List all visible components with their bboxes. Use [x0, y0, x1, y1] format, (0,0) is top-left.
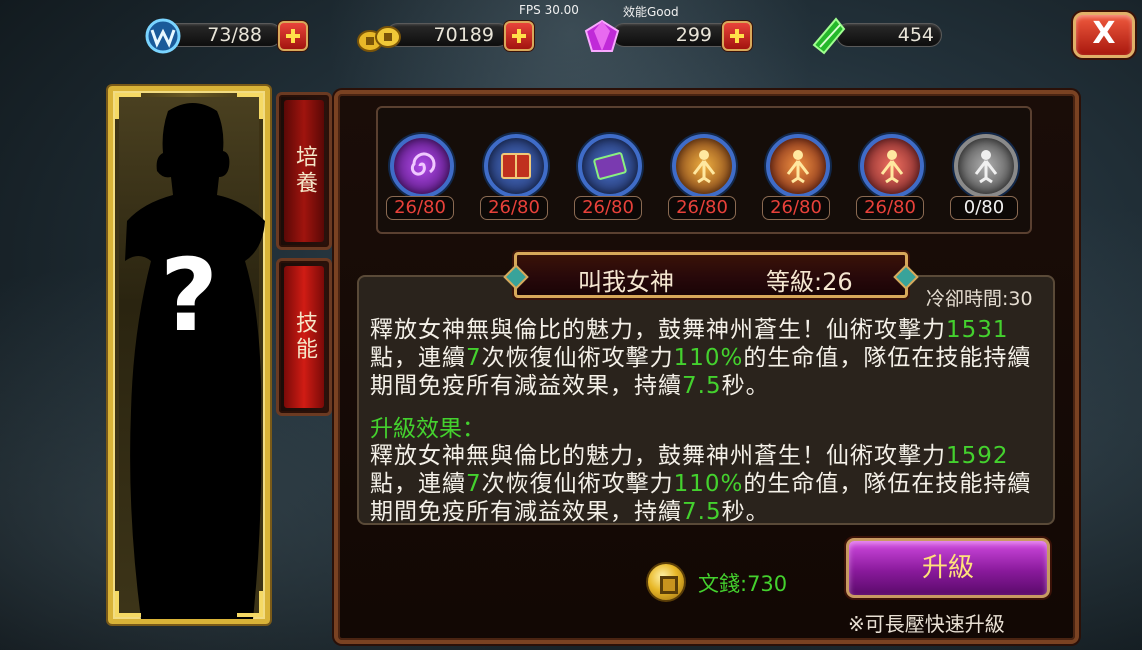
add-gem-button[interactable] [722, 21, 752, 51]
cooldown-label: 冷卻時間:30 [926, 288, 1033, 310]
skill-slot-3[interactable]: 26/80 [574, 134, 648, 224]
skill-level: 26/80 [762, 196, 830, 220]
unknown-hero-mark: ? [159, 237, 218, 354]
skill-slot-7[interactable]: 0/80 [950, 134, 1024, 224]
upgrade-cost: 文錢:730 [698, 572, 788, 596]
tab-skills-label: 技能 [292, 311, 317, 363]
tab-cultivate-label: 培養 [292, 145, 317, 197]
gem-bar: 299 [582, 17, 762, 53]
stamina-bar: 73/88 [144, 17, 312, 55]
close-button[interactable]: X [1073, 12, 1135, 58]
grey-figure-icon [954, 134, 1018, 198]
skill-slot-5[interactable]: 26/80 [762, 134, 836, 224]
stamina-value: 73/88 [207, 24, 262, 46]
skill-slot-6[interactable]: 26/80 [856, 134, 930, 224]
golden-figure-icon [672, 134, 736, 198]
skill-level: 26/80 [386, 196, 454, 220]
green-jade-icon [810, 17, 848, 55]
current-effect-text: 釋放女神無與倫比的魅力，鼓舞神州蒼生！仙術攻擊力1531點，連續7次恢復仙術攻擊… [370, 317, 1032, 399]
fps-counter: FPS 30.00 [519, 3, 579, 17]
jade-value: 454 [897, 24, 934, 46]
skill-level-label: 等級:26 [766, 268, 853, 296]
skill-slot-1[interactable]: 26/80 [386, 134, 460, 224]
skill-name: 叫我女神 [578, 268, 674, 296]
skill-level: 26/80 [480, 196, 548, 220]
skill-level: 26/80 [668, 196, 736, 220]
gold-coins-icon [356, 17, 401, 55]
skill-level: 0/80 [950, 196, 1018, 220]
purple-gem-icon [582, 17, 620, 55]
tab-skills[interactable]: 技能 [276, 258, 332, 416]
stamina-icon [144, 17, 182, 55]
gold-value: 70189 [433, 24, 494, 46]
red-book-icon [484, 134, 548, 198]
tab-cultivate[interactable]: 培養 [276, 92, 332, 250]
long-press-hint: ※可長壓快速升級 [848, 612, 1005, 636]
golden-figure-icon [860, 134, 924, 198]
skill-slot-2[interactable]: 26/80 [480, 134, 554, 224]
jade-bar: 454 [810, 17, 944, 55]
skill-slot-4[interactable]: 26/80 [668, 134, 742, 224]
upgrade-button[interactable]: 升級 [846, 538, 1050, 598]
next-effect-text: 釋放女神無與倫比的魅力，鼓舞神州蒼生！仙術攻擊力1592點，連續7次恢復仙術攻擊… [370, 443, 1032, 525]
gem-value: 299 [675, 24, 712, 46]
purple-book-icon [578, 134, 642, 198]
hero-portrait[interactable]: ? [108, 86, 270, 624]
copper-coin-icon [646, 562, 686, 602]
add-gold-button[interactable] [504, 21, 534, 51]
upgrade-effect-label: 升級效果： [370, 416, 485, 442]
skill-level: 26/80 [574, 196, 642, 220]
swirl-skill-icon [390, 134, 454, 198]
skill-level: 26/80 [856, 196, 924, 220]
golden-figure-icon [766, 134, 830, 198]
add-stamina-button[interactable] [278, 21, 308, 51]
hero-silhouette [125, 103, 265, 619]
gold-bar: 70189 [356, 17, 536, 53]
